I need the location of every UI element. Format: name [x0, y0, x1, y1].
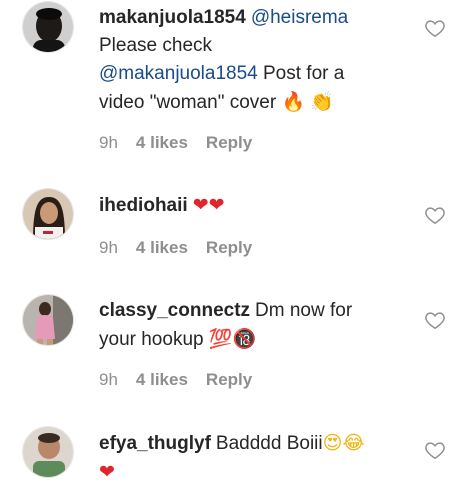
reply-button[interactable]: Reply [206, 133, 252, 153]
comment-meta: 9h 4 likes Reply [99, 133, 399, 153]
fire-emoji: 🔥 [281, 91, 306, 113]
heart-emoji: ❤ [208, 194, 225, 216]
heart-outline-icon [425, 442, 445, 460]
clap-emoji: 👏 [310, 91, 335, 113]
comment-meta: 9h 4 likes Reply [99, 238, 399, 258]
heart-outline-icon [425, 207, 445, 225]
no-one-under-eighteen-emoji: 🔞 [232, 328, 257, 350]
comment-text: makanjuola1854 @heisrema Please check @ma… [99, 4, 399, 117]
comment-text: classy_connectz Dm now for your hookup 💯🔞 [99, 297, 399, 354]
comment-body-line: Dm now for [255, 300, 353, 321]
heart-emoji: ❤ [99, 461, 115, 483]
hundred-points-emoji: 💯 [208, 328, 233, 350]
like-button[interactable] [424, 309, 446, 331]
heart-emoji: ❤ [192, 194, 209, 216]
comment-time: 9h [99, 133, 118, 152]
avatar[interactable] [22, 294, 74, 346]
comment-username[interactable]: efya_thuglyf [99, 433, 211, 454]
comment-time: 9h [99, 238, 118, 257]
comment-username[interactable]: ihediohaii [99, 195, 188, 216]
comment-body-line: Please check [99, 35, 213, 56]
comment-body-line: Badddd Boiii [215, 433, 323, 454]
mention-link[interactable]: @heisrema [251, 7, 348, 28]
mention-link[interactable]: @makanjuola1854 [99, 63, 258, 84]
comment-body-line: video "woman" cover [99, 92, 282, 113]
like-button[interactable] [424, 439, 446, 461]
comment-body-line: Post for a [257, 63, 345, 84]
comment-body-line: your hookup [99, 329, 209, 350]
likes-count[interactable]: 4 likes [136, 238, 188, 258]
like-button[interactable] [424, 17, 446, 39]
comment-text: efya_thuglyf Badddd Boiii😍😂 ❤ [99, 429, 399, 487]
comment-username[interactable]: classy_connectz [99, 300, 250, 321]
comment-meta: 9h 4 likes Reply [99, 370, 399, 390]
likes-count[interactable]: 4 likes [136, 133, 188, 153]
avatar[interactable] [22, 426, 74, 478]
reply-button[interactable]: Reply [206, 238, 252, 258]
comment-time: 9h [99, 370, 118, 389]
reply-button[interactable]: Reply [206, 370, 252, 390]
likes-count[interactable]: 4 likes [136, 370, 188, 390]
avatar[interactable] [22, 188, 74, 240]
heart-outline-icon [425, 312, 445, 330]
heart-eyes-emoji: 😍 [322, 432, 343, 454]
avatar[interactable] [22, 1, 74, 53]
heart-outline-icon [425, 20, 445, 38]
like-button[interactable] [424, 204, 446, 226]
tears-of-joy-emoji: 😂 [342, 432, 365, 454]
comment-username[interactable]: makanjuola1854 [99, 7, 246, 28]
comment-text: ihediohaii ❤❤ [99, 191, 399, 220]
